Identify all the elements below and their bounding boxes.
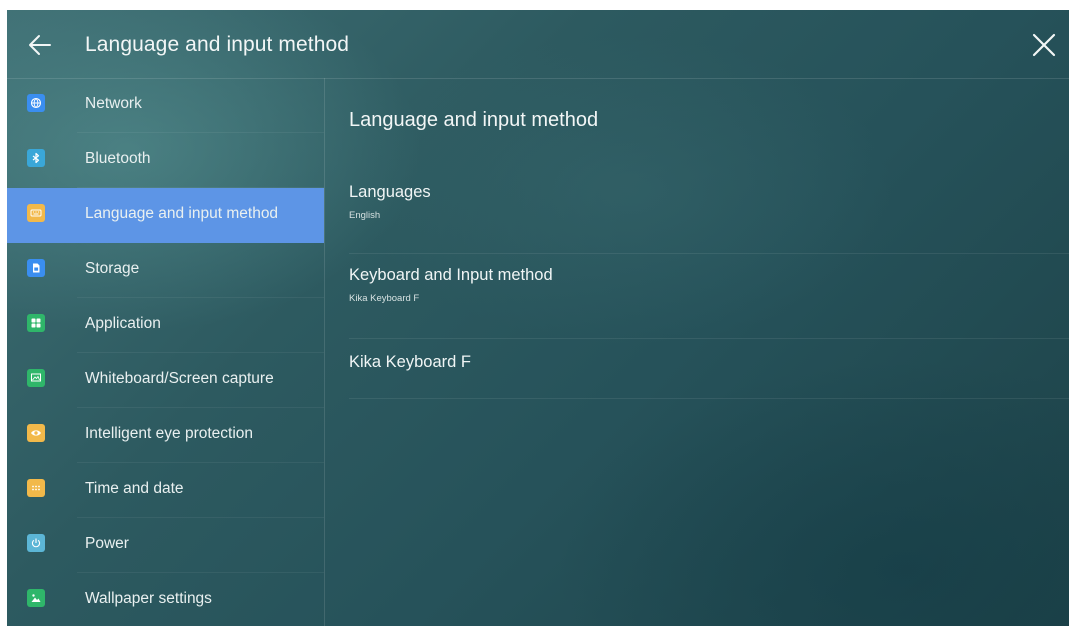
top-bar: Language and input method (7, 10, 1069, 79)
sidebar-item-label: Storage (85, 260, 140, 277)
bluetooth-icon (27, 149, 45, 167)
sidebar-item-power[interactable]: Power (7, 518, 324, 573)
sidebar-item-wallpaper[interactable]: Wallpaper settings (7, 573, 324, 626)
image-icon (27, 589, 45, 607)
power-icon (27, 534, 45, 552)
clock-grid-icon (27, 479, 45, 497)
sidebar-item-whiteboard[interactable]: Whiteboard/Screen capture (7, 353, 324, 408)
sidebar-item-language[interactable]: Language and input method (7, 188, 324, 243)
setting-value: Kika Keyboard F (349, 293, 420, 304)
sidebar-item-label: Bluetooth (85, 150, 151, 167)
page-title: Language and input method (85, 33, 350, 56)
sidebar-item-label: Application (85, 315, 161, 332)
sidebar-item-eye-protection[interactable]: Intelligent eye protection (7, 408, 324, 463)
sidebar-item-application[interactable]: Application (7, 298, 324, 353)
sidebar-item-label: Time and date (85, 480, 184, 497)
storage-icon (27, 259, 45, 277)
section-title: Language and input method (349, 109, 599, 131)
sidebar-item-label: Language and input method (85, 205, 279, 222)
setting-title: Kika Keyboard F (349, 353, 471, 371)
sidebar-item-bluetooth[interactable]: Bluetooth (7, 133, 324, 188)
setting-keyboard-input-method[interactable]: Keyboard and Input method Kika Keyboard … (349, 266, 1069, 339)
eye-icon (27, 424, 45, 442)
sidebar-item-label: Power (85, 535, 129, 552)
content-panel: Language and input method Languages Engl… (325, 78, 1069, 626)
close-icon[interactable] (1029, 30, 1059, 60)
sidebar-item-network[interactable]: Network (7, 78, 324, 133)
globe-icon (27, 94, 45, 112)
setting-kika-keyboard[interactable]: Kika Keyboard F (349, 353, 1069, 399)
sidebar-item-label: Wallpaper settings (85, 590, 212, 607)
back-arrow-icon[interactable] (25, 30, 55, 60)
sidebar-item-storage[interactable]: Storage (7, 243, 324, 298)
sidebar-item-label: Network (85, 95, 142, 112)
whiteboard-icon (27, 369, 45, 387)
setting-title: Languages (349, 183, 431, 201)
apps-icon (27, 314, 45, 332)
sidebar-item-time-date[interactable]: Time and date (7, 463, 324, 518)
sidebar: Network Bluetooth Language and input met… (7, 78, 325, 626)
setting-title: Keyboard and Input method (349, 266, 553, 284)
setting-value: English (349, 210, 381, 221)
sidebar-item-label: Whiteboard/Screen capture (85, 370, 274, 387)
setting-languages[interactable]: Languages English (349, 183, 1069, 254)
settings-screen: Language and input method Network Blueto… (7, 10, 1069, 626)
sidebar-item-label: Intelligent eye protection (85, 425, 254, 442)
keyboard-icon (27, 204, 45, 222)
